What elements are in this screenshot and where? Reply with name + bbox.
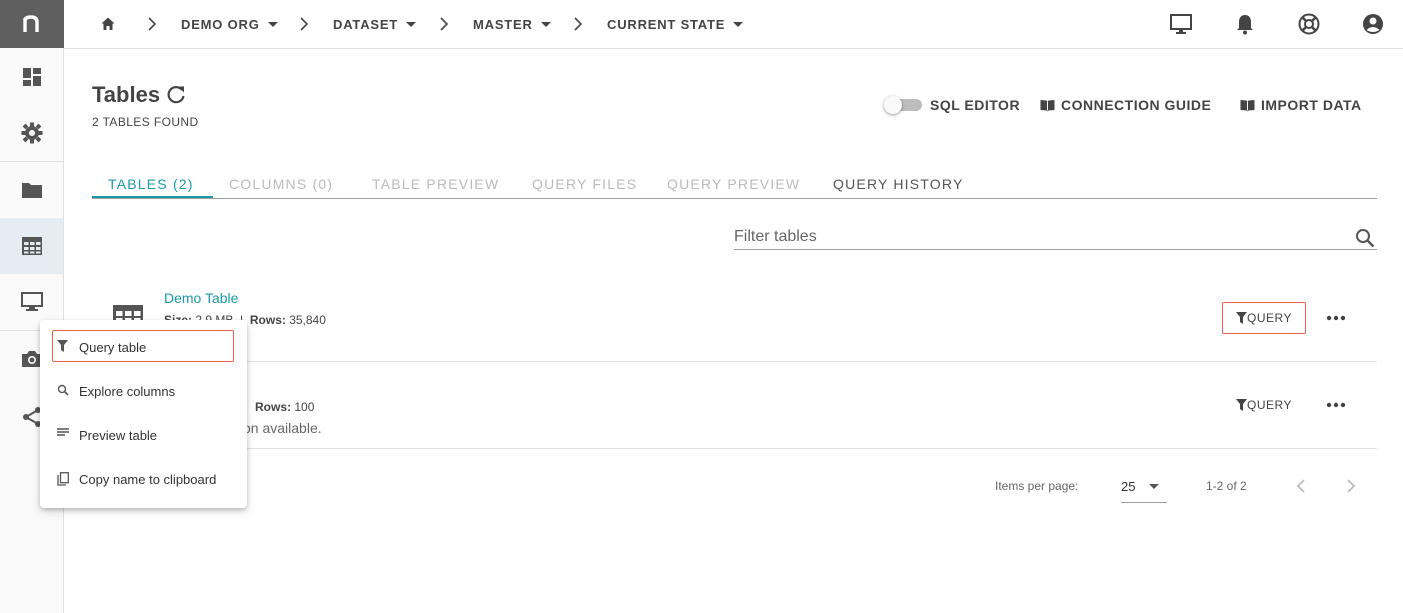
menu-item-label: Explore columns [79, 384, 176, 399]
more-options-icon[interactable] [1326, 402, 1346, 408]
caret-down-icon [406, 21, 417, 27]
list-icon [57, 428, 69, 436]
filter-icon [57, 340, 68, 352]
help-icon[interactable] [1297, 12, 1321, 36]
tab-query-files[interactable]: QUERY FILES [532, 176, 637, 192]
breadcrumb-label: CURRENT STATE [607, 16, 726, 32]
search-icon[interactable] [1355, 228, 1375, 248]
rows-value: 100 [294, 400, 315, 414]
menu-item-label: Copy name to clipboard [79, 472, 217, 487]
tab-bar: TABLES (2) COLUMNS (0) TABLE PREVIEW QUE… [92, 168, 1377, 199]
filter-field [734, 226, 1377, 250]
page-title: Tables [92, 82, 161, 107]
import-data-button[interactable]: IMPORT DATA [1240, 97, 1362, 113]
query-button[interactable]: QUERY [1222, 302, 1306, 334]
filter-tables-input[interactable] [734, 226, 1334, 248]
sidebar-item-tables[interactable] [0, 218, 63, 274]
rows-value: 35,840 [289, 313, 326, 327]
settings-icon [21, 122, 42, 144]
refresh-icon[interactable] [165, 84, 187, 106]
caret-down-icon [540, 21, 551, 27]
rows-label: Rows: [249, 313, 286, 327]
chevron-right-icon [300, 17, 309, 31]
row-divider [92, 361, 1377, 362]
tab-indicator [92, 196, 213, 198]
zoom-icon [57, 384, 69, 396]
desktop-icon[interactable] [1169, 12, 1193, 36]
import-data-label: IMPORT DATA [1261, 97, 1362, 113]
query-button[interactable]: QUERY [1222, 389, 1306, 421]
sidebar-item-settings[interactable] [0, 105, 63, 161]
sql-editor-label[interactable]: SQL EDITOR [930, 97, 1020, 113]
chevron-right-icon[interactable] [1345, 478, 1357, 494]
menu-item-preview-table[interactable]: Preview table [40, 414, 247, 458]
monitor-icon [20, 292, 43, 311]
sql-editor-toggle[interactable] [884, 96, 922, 114]
dashboard-icon [22, 68, 41, 86]
chevron-right-icon [574, 17, 583, 31]
tab-query-history[interactable]: QUERY HISTORY [833, 176, 964, 192]
items-per-page-select[interactable]: 25 [1121, 472, 1167, 503]
menu-item-label: Query table [79, 340, 147, 355]
more-options-icon[interactable] [1326, 315, 1346, 321]
table-name-link[interactable]: Demo Table [164, 290, 238, 306]
menu-item-query-table[interactable]: Query table [40, 326, 247, 370]
breadcrumb-label: DATASET [333, 16, 399, 32]
table-icon [21, 237, 42, 255]
filter-icon [1236, 312, 1248, 324]
chevron-right-icon [440, 17, 449, 31]
breadcrumb-dataset[interactable]: DATASET [333, 0, 417, 48]
sidebar-item-files[interactable] [0, 162, 63, 218]
breadcrumb-org[interactable]: DEMO ORG [181, 0, 278, 48]
tab-query-preview[interactable]: QUERY PREVIEW [667, 176, 800, 192]
logo-icon [23, 15, 39, 32]
book-icon [1040, 99, 1055, 111]
bell-icon[interactable] [1233, 12, 1257, 36]
items-per-page-label: Items per page: [995, 479, 1079, 493]
tab-table-preview[interactable]: TABLE PREVIEW [372, 176, 499, 192]
menu-item-explore-columns[interactable]: Explore columns [40, 370, 247, 414]
account-icon[interactable] [1361, 12, 1385, 36]
chevron-right-icon [148, 17, 157, 31]
app-logo[interactable] [0, 0, 64, 48]
caret-down-icon [733, 21, 744, 27]
breadcrumb-state[interactable]: CURRENT STATE [607, 0, 744, 48]
query-label: QUERY [1247, 398, 1292, 412]
menu-item-copy-name[interactable]: Copy name to clipboard [40, 458, 247, 502]
menu-item-label: Preview table [79, 428, 158, 443]
filter-icon [1236, 399, 1248, 411]
caret-down-icon [1149, 484, 1159, 489]
folder-icon [21, 183, 42, 198]
copy-icon [57, 472, 69, 486]
sidebar [0, 0, 64, 613]
tab-tables[interactable]: TABLES (2) [108, 176, 194, 192]
chevron-left-icon[interactable] [1295, 478, 1307, 494]
breadcrumb-label: MASTER [473, 16, 533, 32]
sidebar-item-dashboard[interactable] [0, 49, 63, 105]
book-icon [1240, 99, 1255, 111]
items-per-page-value: 25 [1121, 479, 1136, 494]
connection-guide-button[interactable]: CONNECTION GUIDE [1040, 97, 1211, 113]
pagination-range: 1-2 of 2 [1206, 479, 1247, 493]
tables-count: 2 TABLES FOUND [92, 115, 199, 129]
breadcrumb-branch[interactable]: MASTER [473, 0, 551, 48]
table-description: on available. [243, 420, 322, 436]
query-label: QUERY [1247, 311, 1292, 325]
rows-label: Rows: [255, 400, 291, 414]
top-bar: DEMO ORG DATASET MASTER CURRENT STATE [64, 0, 1403, 49]
home-icon[interactable] [101, 17, 115, 31]
connection-guide-label: CONNECTION GUIDE [1061, 97, 1212, 113]
toggle-thumb [884, 96, 902, 114]
row-divider [92, 448, 1377, 449]
tab-columns[interactable]: COLUMNS (0) [229, 176, 333, 192]
breadcrumb-label: DEMO ORG [181, 16, 260, 32]
context-menu: Query table Explore columns Preview tabl… [40, 320, 247, 508]
caret-down-icon [267, 21, 278, 27]
table-meta: Rows: 100 [255, 400, 314, 414]
